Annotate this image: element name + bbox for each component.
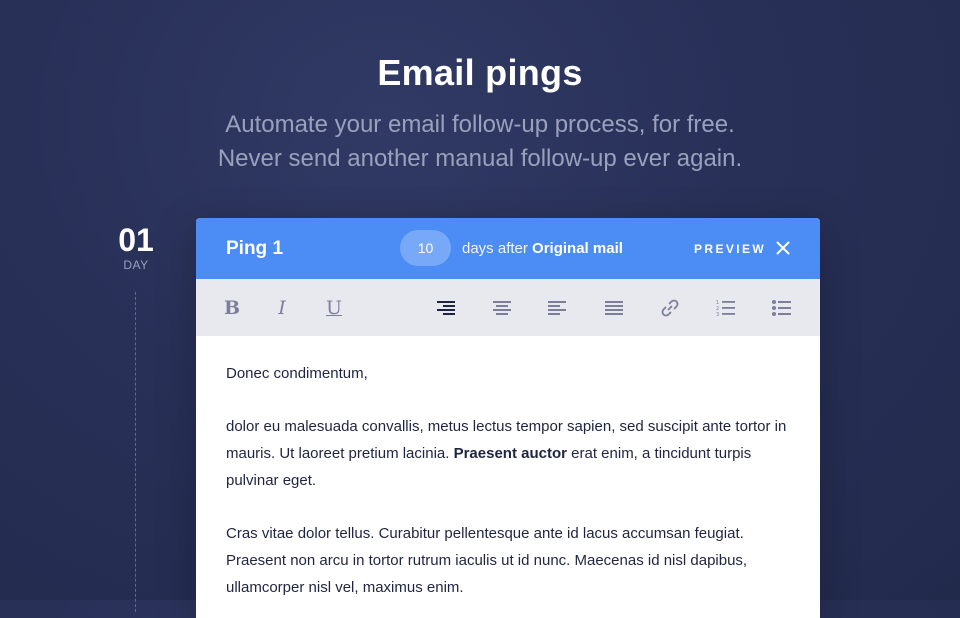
page-subtitle: Automate your email follow-up process, f… (0, 108, 960, 176)
align-left-button[interactable] (543, 294, 571, 322)
hero-section: Email pings Automate your email follow-u… (0, 50, 960, 176)
paragraph-1-bold-text: Praesent auctor (453, 445, 567, 463)
italic-icon: I (278, 297, 286, 319)
ping-card: Ping 1 10 days after Original mail PREVI… (196, 218, 820, 618)
days-after-label: days after Original mail (462, 239, 623, 259)
timeline-line (135, 292, 136, 612)
preview-button[interactable]: PREVIEW (694, 241, 766, 257)
link-button[interactable] (656, 294, 684, 322)
email-paragraph-1: dolor eu malesuada convallis, metus lect… (226, 414, 790, 494)
day-marker: 01 DAY (112, 222, 160, 272)
bulleted-list-icon (772, 300, 791, 316)
close-icon (776, 241, 790, 255)
align-right-icon (437, 301, 455, 315)
italic-button[interactable]: I (268, 294, 296, 322)
bulleted-list-button[interactable] (768, 294, 796, 322)
close-button[interactable] (774, 239, 792, 257)
bold-icon: B (223, 297, 241, 319)
email-greeting: Donec condimentum, (226, 365, 368, 382)
bold-button[interactable]: B (218, 294, 246, 322)
align-justify-button[interactable] (600, 294, 628, 322)
align-center-icon (493, 301, 511, 315)
link-icon (661, 299, 679, 317)
day-number: 01 (118, 222, 154, 258)
reference-mail-link[interactable]: Original mail (532, 240, 623, 257)
days-after-text: days after (462, 240, 528, 257)
align-right-button[interactable] (432, 294, 460, 322)
formatting-toolbar: B I U 1 2 3 (196, 279, 820, 336)
numbered-list-icon: 1 2 3 (716, 300, 735, 317)
align-left-icon (548, 301, 566, 315)
align-justify-icon (605, 301, 623, 315)
email-body-editor[interactable]: Donec condimentum, dolor eu malesuada co… (196, 336, 820, 601)
align-center-button[interactable] (488, 294, 516, 322)
numbered-list-button[interactable]: 1 2 3 (712, 294, 740, 322)
day-label: DAY (123, 258, 149, 272)
underline-button[interactable]: U (320, 294, 348, 322)
ping-title: Ping 1 (226, 238, 284, 259)
svg-text:3: 3 (716, 312, 719, 317)
days-input[interactable]: 10 (400, 230, 451, 266)
ping-header: Ping 1 10 days after Original mail PREVI… (196, 218, 820, 279)
subtitle-line-1: Automate your email follow-up process, f… (225, 111, 735, 138)
email-paragraph-2: Cras vitae dolor tellus. Curabitur pelle… (226, 525, 748, 596)
underline-icon: U (325, 297, 342, 319)
subtitle-line-2: Never send another manual follow-up ever… (217, 145, 743, 172)
page-title: Email pings (377, 52, 583, 93)
